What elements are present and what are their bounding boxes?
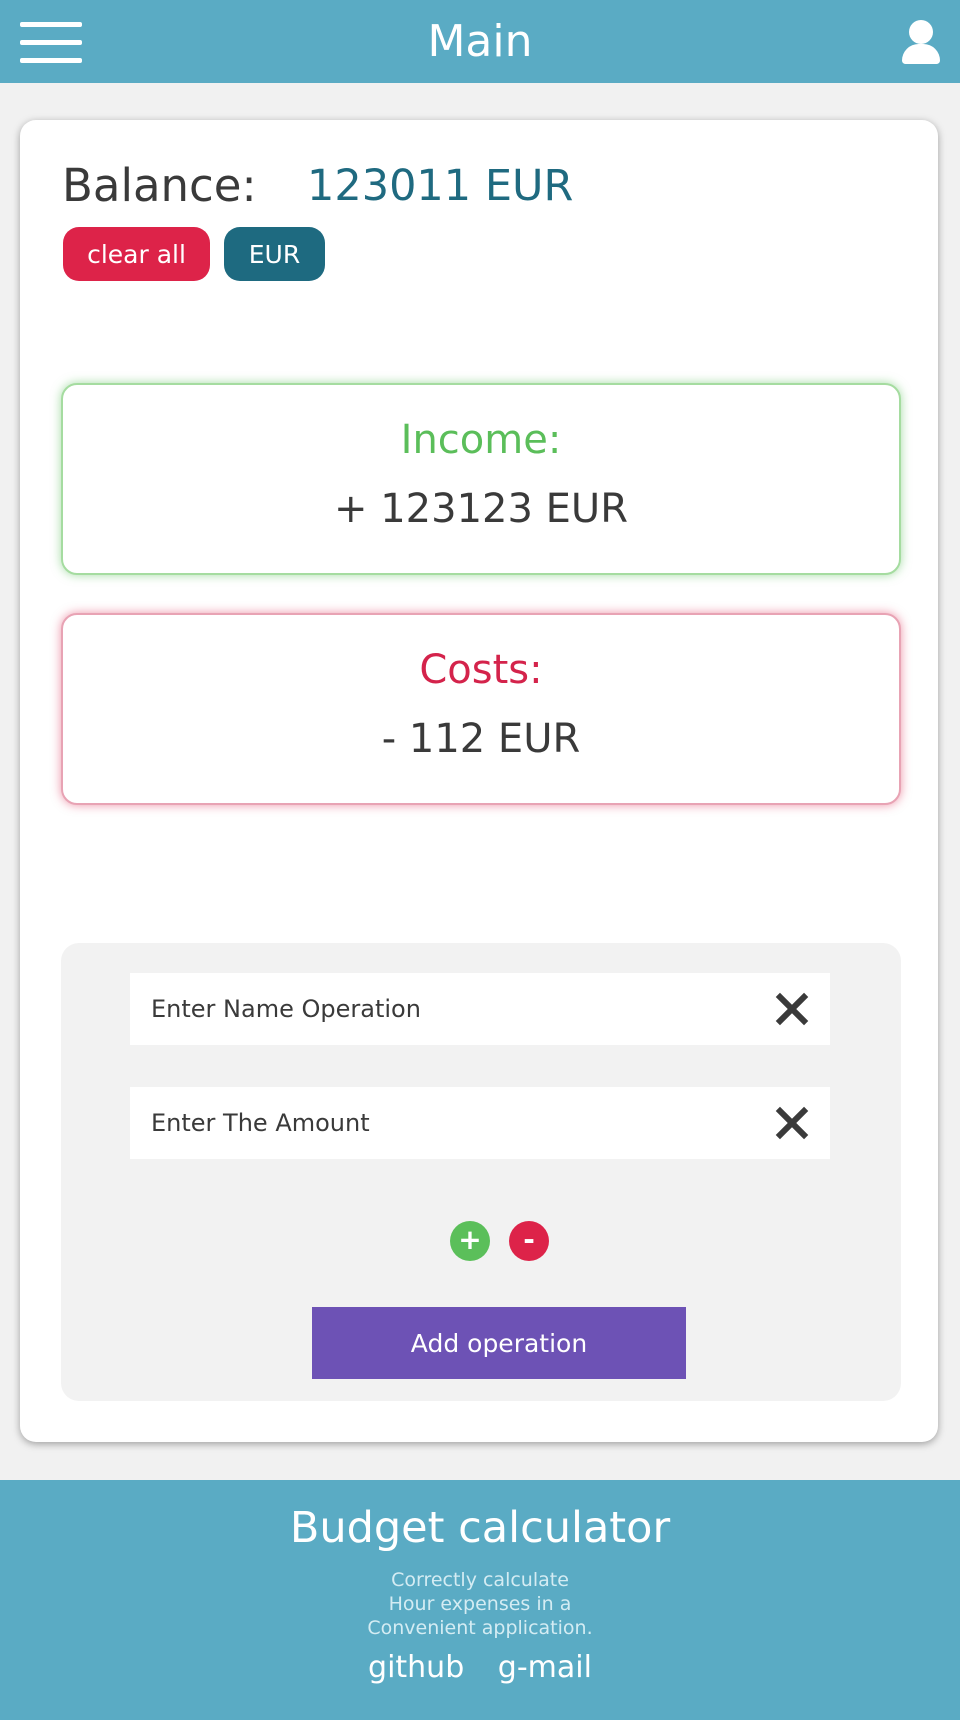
costs-panel: Costs: - 112 EUR [61,613,901,805]
footer-tagline: Correctly calculate Hour expenses in a C… [0,1568,960,1640]
costs-title: Costs: [419,647,543,693]
costs-value: - 112 EUR [381,716,581,762]
github-link[interactable]: github [368,1650,464,1685]
balance-label: Balance: [62,159,257,212]
user-icon-head [909,20,933,44]
income-value: + 123123 EUR [334,486,628,532]
app-footer: Budget calculator Correctly calculate Ho… [0,1480,960,1720]
currency-button[interactable]: EUR [224,227,325,281]
amount-field [130,1087,830,1159]
user-icon[interactable] [900,20,940,66]
tagline-line: Hour expenses in a [388,1593,572,1615]
footer-title: Budget calculator [289,1503,671,1553]
operation-form: + - Add operation [61,943,901,1401]
income-panel: Income: + 123123 EUR [61,383,901,575]
gmail-link[interactable]: g-mail [498,1650,592,1685]
income-toggle-button[interactable]: + [450,1221,490,1261]
close-icon[interactable] [770,987,814,1031]
footer-links: github g-mail [0,1648,960,1688]
tagline-line: Correctly calculate [391,1569,569,1591]
operation-name-field [130,973,830,1045]
balance-value: 123011 EUR [307,161,574,211]
add-operation-button[interactable]: Add operation [312,1307,686,1379]
tagline-line: Convenient application. [367,1617,593,1639]
app-header: Main [0,0,960,83]
clear-all-button[interactable]: clear all [63,227,210,281]
cost-toggle-button[interactable]: - [509,1221,549,1261]
amount-input[interactable] [130,1087,730,1159]
user-icon-body [902,44,940,64]
income-title: Income: [400,417,562,463]
close-icon[interactable] [770,1101,814,1145]
page-title: Main [427,16,533,67]
main-card: Balance: 123011 EUR clear all EUR Income… [20,120,938,1442]
operation-name-input[interactable] [130,973,730,1045]
